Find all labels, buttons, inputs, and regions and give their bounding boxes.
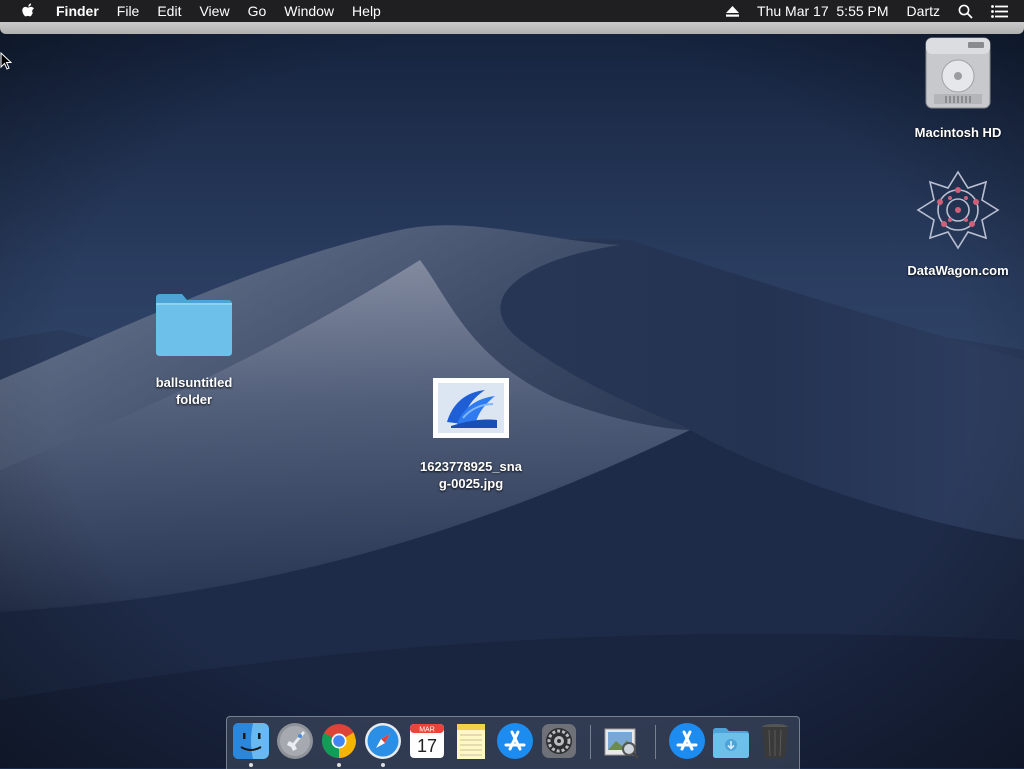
app-store-icon [497,723,533,759]
desktop-icon-label-line2: g-0025.jpg [438,476,504,491]
dock-item-finder[interactable] [231,721,271,761]
launchpad-icon [277,723,313,759]
menu-help[interactable]: Help [343,0,390,22]
hard-drive-icon [925,37,991,109]
chrome-icon [322,724,356,758]
folder-icon [156,294,232,356]
desktop-icon-folder[interactable]: ballsuntitled folder [136,290,252,408]
desktop-icon-macintosh-hd[interactable]: Macintosh HD [904,36,1012,141]
spotlight-search-icon[interactable] [949,4,982,19]
dock-item-safari[interactable] [363,721,403,761]
menu-edit[interactable]: Edit [148,0,190,22]
trash-icon [762,724,788,758]
desktop-icon-datawagon[interactable]: DataWagon.com [898,170,1018,279]
notification-center-icon[interactable] [982,4,1024,18]
image-file-icon [433,378,509,438]
dock-item-app-store[interactable] [495,721,535,761]
desktop-icon-label: Macintosh HD [914,125,1002,140]
dock-running-indicator [249,763,253,767]
desktop-icon-label-line2: folder [175,392,213,407]
menu-bar: Finder File Edit View Go Window Help Thu… [0,0,1024,22]
menu-view[interactable]: View [190,0,238,22]
calendar-icon: MAR 17 [410,724,444,758]
desktop-icon-label: DataWagon.com [907,263,1009,278]
calendar-month: MAR [419,727,435,734]
dock-item-chrome[interactable] [319,721,359,761]
dock-item-notes[interactable] [451,721,491,761]
dock-separator [655,725,656,759]
dock-item-calendar[interactable]: MAR 17 [407,721,447,761]
desktop-icon-label-line1: ballsuntitled [155,375,233,390]
finder-icon [233,723,269,759]
window-edge [0,22,1024,34]
calendar-day: 17 [417,736,437,756]
menu-window[interactable]: Window [275,0,343,22]
menu-clock[interactable]: Thu Mar 17 5:55 PM [748,0,898,22]
menu-user[interactable]: Dartz [898,0,949,22]
dock-item-system-preferences[interactable] [539,721,579,761]
dock-item-launchpad[interactable] [275,721,315,761]
datawagon-logo-icon [916,170,1000,250]
apple-logo-icon[interactable] [14,3,42,19]
preview-icon [604,728,640,760]
menu-app-finder[interactable]: Finder [42,0,108,22]
desktop-icon-label-line1: 1623778925_sna [420,459,522,474]
dock-separator [590,725,591,759]
menu-file[interactable]: File [108,0,149,22]
dock-running-indicator [337,763,341,767]
dock-item-preview[interactable] [601,721,641,761]
menu-go[interactable]: Go [239,0,276,22]
app-store-icon [669,723,705,759]
eject-icon[interactable] [717,5,748,17]
dock-item-trash[interactable] [755,721,795,761]
system-preferences-icon [542,724,576,758]
dock-running-indicator [381,763,385,767]
dock-item-downloads[interactable] [711,721,751,761]
dock-item-app-store-2[interactable] [667,721,707,761]
desktop-icon-image-file[interactable]: 1623778925_sna g-0025.jpg [408,378,534,492]
notes-icon [457,724,485,759]
safari-icon [365,723,401,759]
mouse-cursor-icon [0,52,12,70]
dock: MAR 17 [226,716,800,769]
downloads-folder-icon [713,728,749,758]
